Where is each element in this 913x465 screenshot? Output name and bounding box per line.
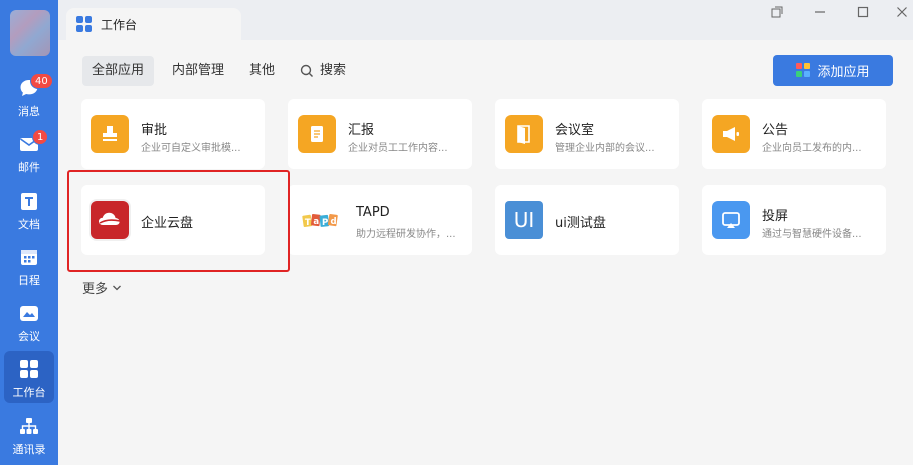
- app-name: 审批: [141, 123, 168, 138]
- app-card-approval[interactable]: 审批 企业可自定义审批模...: [81, 99, 265, 169]
- meeting-icon: [18, 302, 40, 324]
- sidebar-item-label: 日程: [18, 274, 40, 287]
- avatar[interactable]: [10, 10, 50, 56]
- app-card-ui-test-drive[interactable]: UI ui测试盘: [495, 185, 679, 255]
- tab-title: 工作台: [101, 17, 138, 32]
- svg-text:a: a: [313, 217, 319, 227]
- unread-badge: 1: [32, 129, 49, 145]
- sidebar-item-label: 通讯录: [12, 443, 46, 456]
- sidebar: 40 消息 1 邮件 文档 日程 会议 工作台 通讯录: [0, 0, 58, 465]
- app-description: 企业可自定义审批模...: [141, 143, 241, 154]
- mail-icon: 1: [18, 129, 49, 155]
- chevron-down-icon: [113, 285, 121, 290]
- colorful-grid-icon: [796, 63, 811, 78]
- highlight-box: [67, 170, 290, 272]
- svg-text:P: P: [322, 218, 328, 228]
- sidebar-item-label: 文档: [18, 218, 40, 231]
- popout-icon[interactable]: [769, 4, 785, 20]
- app-name: 投屏: [762, 209, 789, 224]
- sidebar-item-label: 会议: [18, 330, 40, 343]
- search-label: 搜索: [320, 63, 347, 78]
- filter-other[interactable]: 其他: [239, 56, 285, 86]
- add-app-button[interactable]: 添加应用: [773, 55, 893, 86]
- screencast-icon: [712, 201, 750, 239]
- app-description: 企业对员工工作内容...: [348, 143, 448, 154]
- svg-text:T: T: [305, 218, 311, 228]
- app-description: 助力远程研发协作，...: [356, 229, 456, 240]
- app-description: 通过与智慧硬件设备...: [762, 229, 862, 240]
- minimize-icon[interactable]: [812, 4, 828, 20]
- filter-all-apps[interactable]: 全部应用: [82, 56, 155, 86]
- report-icon: [298, 115, 336, 153]
- sidebar-item-label: 消息: [18, 105, 40, 118]
- sidebar-item-docs[interactable]: 文档: [0, 183, 58, 237]
- close-icon[interactable]: [894, 4, 910, 20]
- app-description: 管理企业内部的会议...: [555, 143, 655, 154]
- door-icon: [505, 115, 543, 153]
- app-card-announcement[interactable]: 公告 企业向员工发布的内...: [702, 99, 886, 169]
- sidebar-item-contacts[interactable]: 通讯录: [0, 408, 58, 462]
- tab-bar: 工作台: [58, 0, 913, 40]
- sidebar-item-label: 邮件: [18, 161, 40, 174]
- sidebar-item-label: 工作台: [12, 386, 46, 399]
- sidebar-item-mail[interactable]: 1 邮件: [0, 126, 58, 180]
- search-icon: [300, 64, 313, 77]
- sidebar-item-workbench[interactable]: 工作台: [4, 351, 54, 403]
- filter-internal-management[interactable]: 内部管理: [162, 56, 234, 86]
- svg-text:d: d: [331, 217, 337, 227]
- contacts-icon: [18, 415, 40, 437]
- sidebar-item-meeting[interactable]: 会议: [0, 295, 58, 349]
- more-label: 更多: [82, 282, 109, 297]
- tapd-logo-icon: T a P d: [302, 201, 340, 239]
- app-name: 汇报: [348, 123, 375, 138]
- ui-text-icon: UI: [505, 201, 543, 239]
- megaphone-icon: [712, 115, 750, 153]
- app-name: 公告: [762, 123, 789, 138]
- maximize-icon[interactable]: [855, 4, 871, 20]
- app-description: 企业向员工发布的内...: [762, 143, 862, 154]
- chat-bubble-icon: 40: [18, 73, 53, 99]
- sidebar-item-messages[interactable]: 40 消息: [0, 70, 58, 124]
- workbench-grid-icon: [18, 358, 40, 380]
- app-card-screencast[interactable]: 投屏 通过与智慧硬件设备...: [702, 185, 886, 255]
- app-name: 会议室: [555, 123, 595, 138]
- app-card-tapd[interactable]: T a P d TAPD 助力远程研发协作，...: [288, 185, 472, 255]
- workbench-grid-icon: [76, 16, 92, 32]
- tab-workbench[interactable]: 工作台: [66, 8, 241, 40]
- more-toggle[interactable]: 更多: [82, 278, 122, 297]
- sidebar-item-calendar[interactable]: 日程: [0, 239, 58, 293]
- calendar-icon: [18, 246, 40, 268]
- app-card-report[interactable]: 汇报 企业对员工工作内容...: [288, 99, 472, 169]
- search-filter-button[interactable]: 搜索: [290, 56, 356, 86]
- app-name: ui测试盘: [555, 216, 606, 231]
- stamp-icon: [91, 115, 129, 153]
- document-icon: [18, 190, 40, 212]
- add-app-label: 添加应用: [817, 65, 870, 80]
- app-card-meeting-room[interactable]: 会议室 管理企业内部的会议...: [495, 99, 679, 169]
- app-name: TAPD: [356, 205, 390, 220]
- unread-badge: 40: [30, 73, 53, 89]
